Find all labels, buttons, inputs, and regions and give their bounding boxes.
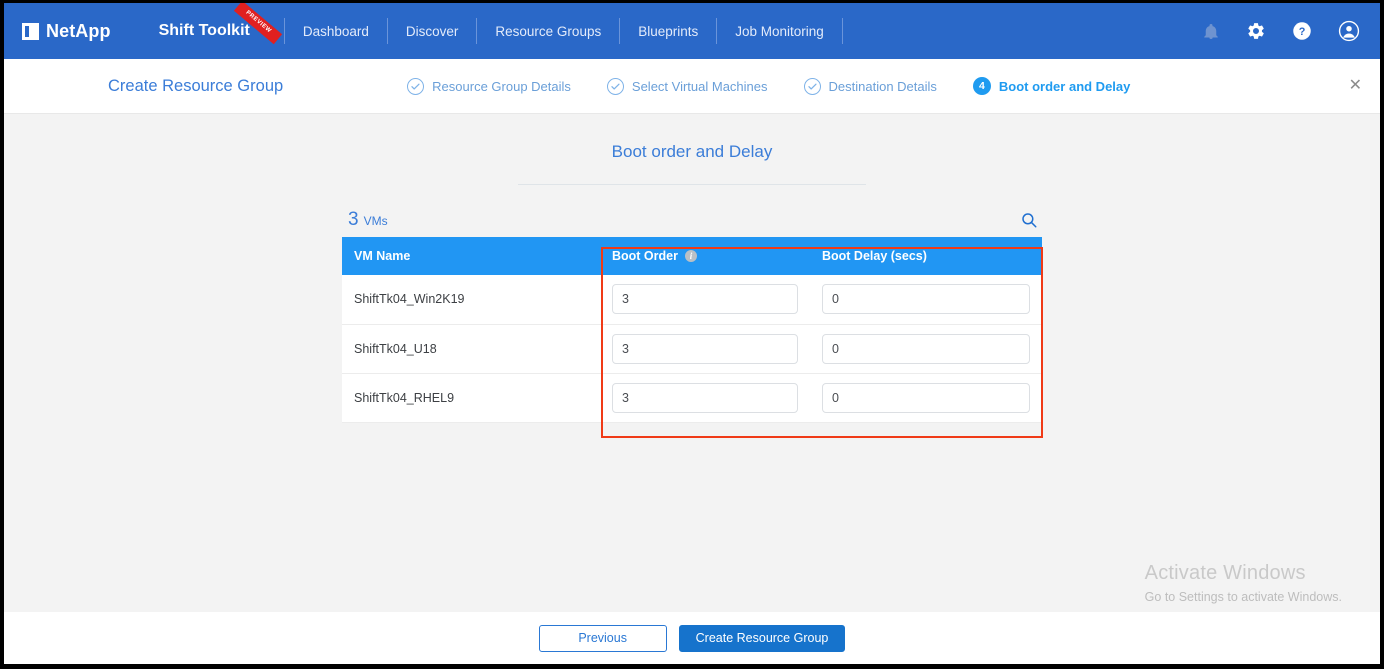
- info-icon[interactable]: i: [684, 250, 697, 262]
- cell-vm-name: ShiftTk04_Win2K19: [342, 275, 600, 325]
- boot-order-input[interactable]: [612, 382, 798, 413]
- account-icon[interactable]: [1338, 20, 1360, 42]
- cell-boot-delay: [810, 373, 1042, 423]
- wizard-step-label: Boot order and Delay: [998, 78, 1131, 94]
- wizard-steps: Resource Group Details Select Virtual Ma…: [407, 77, 1130, 95]
- vm-count: 3 VMs: [348, 209, 388, 231]
- app-title: Shift Toolkit: [158, 22, 250, 39]
- table-body: ShiftTk04_Win2K19 ShiftTk04_U18: [342, 275, 1042, 423]
- table-row: ShiftTk04_RHEL9: [342, 373, 1042, 423]
- svg-text:?: ?: [1299, 26, 1306, 38]
- vm-count-number: 3: [348, 209, 359, 230]
- column-header-label: VM Name: [354, 249, 411, 263]
- wizard-step-destination-details[interactable]: Destination Details: [803, 77, 937, 95]
- step-number-badge: 4: [972, 77, 991, 95]
- column-header-boot-order: Boot Order i: [600, 237, 810, 275]
- table-toolbar: 3 VMs: [342, 201, 1042, 231]
- table-header: VM Name Boot Order i Boot Delay (secs): [342, 237, 1042, 275]
- check-circle-icon: [407, 77, 425, 95]
- cell-boot-delay: [810, 275, 1042, 325]
- boot-delay-input[interactable]: [822, 333, 1030, 364]
- main-nav-items: Dashboard Discover Resource Groups Bluep…: [285, 18, 843, 44]
- column-header-label: Boot Order: [612, 249, 678, 263]
- brand-name: NetApp: [46, 20, 111, 41]
- search-icon[interactable]: [1018, 209, 1040, 231]
- cell-vm-name: ShiftTk04_RHEL9: [342, 373, 600, 423]
- wizard-step-label: Select Virtual Machines: [631, 78, 768, 94]
- windows-activation-watermark: Activate Windows Go to Settings to activ…: [1145, 562, 1342, 604]
- nav-item-dashboard[interactable]: Dashboard: [285, 24, 387, 39]
- table-row: ShiftTk04_Win2K19: [342, 275, 1042, 325]
- cell-boot-order: [600, 275, 810, 325]
- wizard-step-label: Destination Details: [828, 78, 937, 94]
- vm-table-section: 3 VMs VM Name Boot Order i Boot Delay (s…: [342, 185, 1043, 438]
- check-circle-icon: [803, 77, 821, 95]
- boot-order-input[interactable]: [612, 284, 798, 315]
- wizard-step-resource-group-details[interactable]: Resource Group Details: [407, 77, 571, 95]
- column-header-label: Boot Delay (secs): [822, 249, 927, 263]
- page-title: Boot order and Delay: [611, 142, 773, 161]
- vm-count-unit: VMs: [363, 214, 388, 228]
- column-header-vm-name: VM Name: [342, 237, 600, 275]
- netapp-logo-icon: [22, 22, 39, 40]
- wizard-header: Create Resource Group Resource Group Det…: [4, 59, 1380, 114]
- column-header-boot-delay: Boot Delay (secs): [810, 237, 1042, 275]
- top-navigation-bar: NetApp Shift Toolkit PREVIEW Dashboard D…: [4, 3, 1380, 59]
- wizard-step-boot-order-and-delay[interactable]: 4 Boot order and Delay: [972, 77, 1131, 95]
- wizard-step-select-virtual-machines[interactable]: Select Virtual Machines: [606, 77, 768, 95]
- wizard-step-label: Resource Group Details: [432, 78, 571, 94]
- nav-item-blueprints[interactable]: Blueprints: [620, 24, 716, 39]
- boot-order-table: VM Name Boot Order i Boot Delay (secs) S…: [342, 237, 1042, 423]
- brand-logo[interactable]: NetApp: [22, 21, 111, 42]
- cell-boot-order: [600, 324, 810, 374]
- main-content: Boot order and Delay 3 VMs VM Name Boot …: [4, 114, 1380, 612]
- boot-order-input[interactable]: [612, 333, 798, 364]
- boot-delay-input[interactable]: [822, 284, 1030, 315]
- nav-item-job-monitoring[interactable]: Job Monitoring: [717, 24, 842, 39]
- watermark-subtitle: Go to Settings to activate Windows.: [1144, 590, 1342, 604]
- app-window: NetApp Shift Toolkit PREVIEW Dashboard D…: [4, 3, 1380, 664]
- boot-delay-input[interactable]: [822, 382, 1030, 413]
- table-row: ShiftTk04_U18: [342, 324, 1042, 374]
- nav-item-discover[interactable]: Discover: [388, 24, 477, 39]
- cell-boot-order: [600, 373, 810, 423]
- app-title-group: Shift Toolkit PREVIEW: [158, 3, 282, 45]
- close-icon[interactable]: ✕: [1349, 78, 1362, 94]
- wizard-title: Create Resource Group: [108, 76, 284, 95]
- watermark-title: Activate Windows: [1144, 562, 1306, 584]
- table-header-row: VM Name Boot Order i Boot Delay (secs): [342, 237, 1042, 275]
- nav-right-icons: ?: [1202, 20, 1360, 42]
- nav-item-resource-groups[interactable]: Resource Groups: [477, 24, 619, 39]
- previous-button[interactable]: Previous: [538, 624, 667, 652]
- nav-divider: [841, 18, 843, 44]
- notification-bell-icon[interactable]: [1202, 21, 1220, 41]
- cell-vm-name: ShiftTk04_U18: [342, 324, 600, 374]
- check-circle-icon: [606, 77, 624, 95]
- help-icon[interactable]: ?: [1292, 21, 1312, 41]
- cell-boot-delay: [810, 324, 1042, 374]
- wizard-footer: Previous Create Resource Group: [4, 612, 1380, 664]
- settings-gear-icon[interactable]: [1246, 21, 1266, 41]
- create-resource-group-button[interactable]: Create Resource Group: [678, 624, 846, 652]
